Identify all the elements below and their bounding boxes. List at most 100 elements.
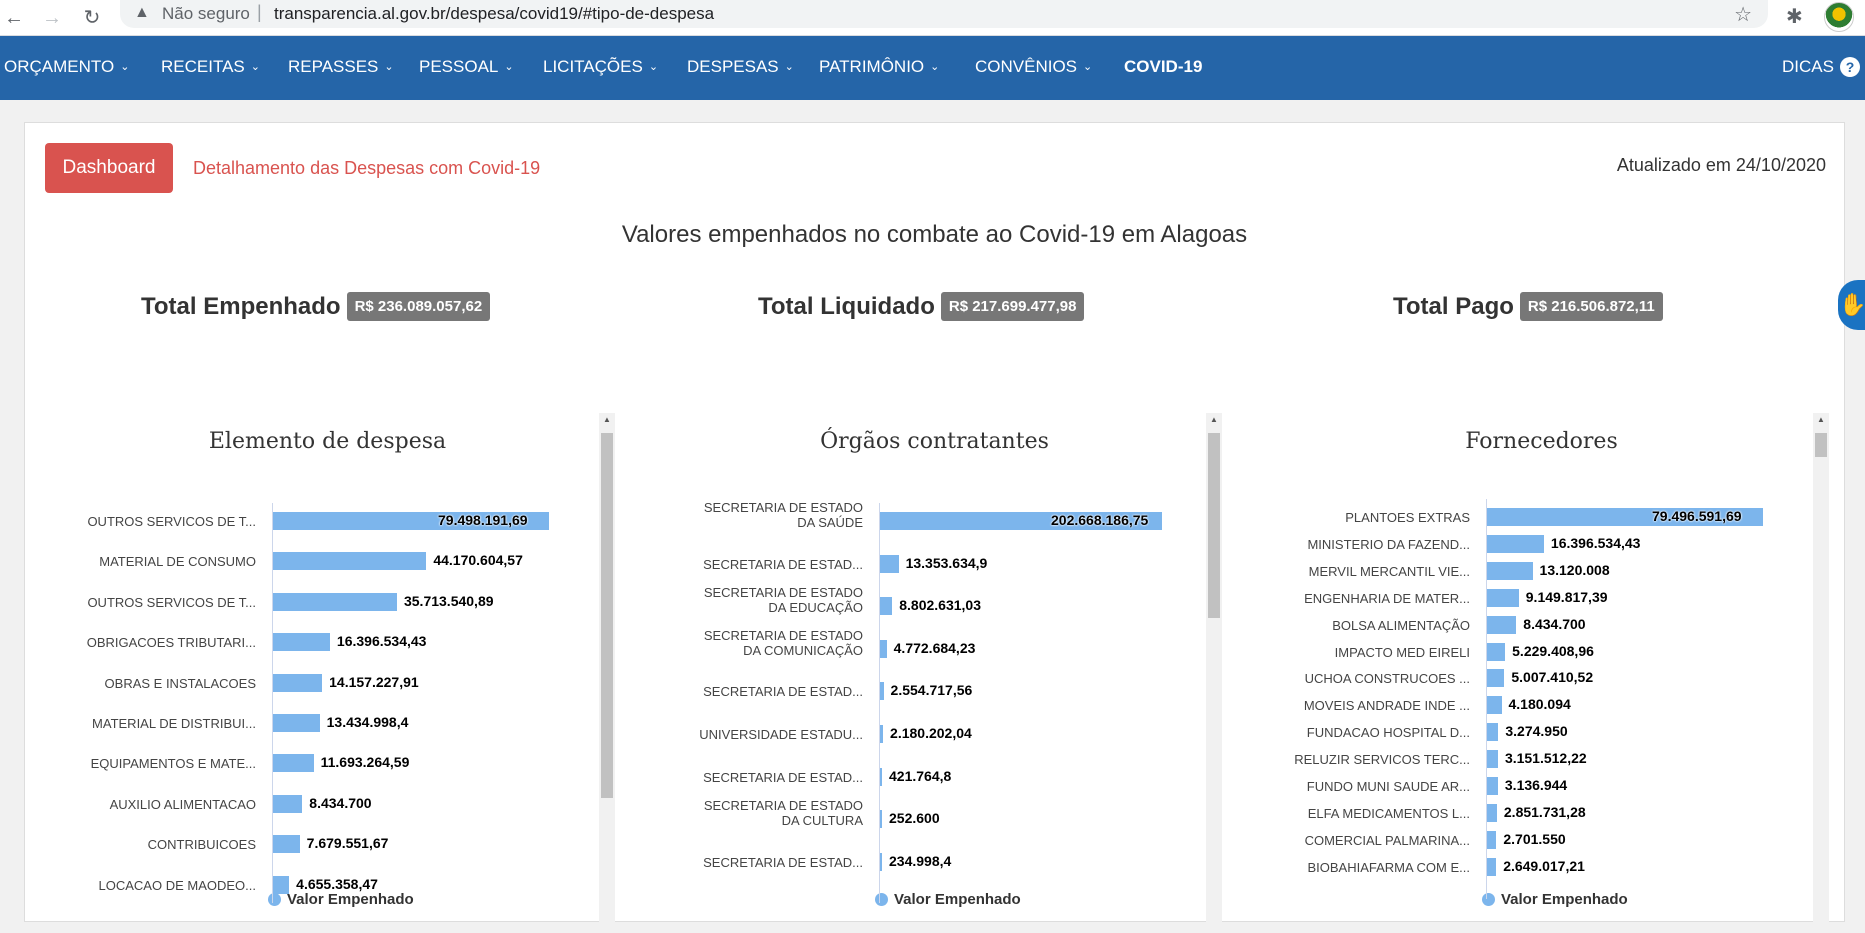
chart-scrollbar[interactable]: ▲ [599,413,615,933]
chart-bar[interactable] [880,852,882,871]
chart-bar-row[interactable]: SECRETARIA DE ESTAD... 2.554.717,56 [647,676,1207,706]
chart-bar[interactable] [273,552,427,571]
chart-bar-row[interactable]: MATERIAL DE DISTRIBUI... 13.434.998,4 [40,708,600,738]
chart-bar-row[interactable]: BOLSA ALIMENTAÇÃO 8.434.700 [1254,610,1814,640]
chart-bar[interactable] [1487,642,1506,661]
chart-bar[interactable] [880,639,887,658]
chart-bar[interactable] [1487,830,1497,849]
chart-bar[interactable] [273,835,300,854]
chart-bar-row[interactable]: UCHOA CONSTRUCOES ... 5.007.410,52 [1254,663,1814,693]
chart-bar-row[interactable]: LOCACAO DE MAODEO... 4.655.358,47 [40,870,600,900]
nav-convenios[interactable]: CONVÊNIOS ⌄ [975,57,1092,77]
chart-bar-row[interactable]: MOVEIS ANDRADE INDE ... 4.180.094 [1254,690,1814,720]
chart-bar-row[interactable]: ENGENHARIA DE MATER... 9.149.817,39 [1254,583,1814,613]
chart-bar-row[interactable]: IMPACTO MED EIRELI 5.229.408,96 [1254,637,1814,667]
chart-bar-row[interactable]: OUTROS SERVICOS DE T... 35.713.540,89 [40,587,600,617]
chart-bar[interactable] [1487,588,1519,607]
forward-icon[interactable]: → [40,6,64,30]
chart-bar[interactable] [273,875,290,894]
scroll-thumb[interactable] [1815,433,1827,457]
scroll-up-icon[interactable]: ▲ [603,415,611,424]
category-label: MATERIAL DE DISTRIBUI... [92,716,256,731]
scroll-thumb[interactable] [601,433,613,798]
nav-dicas[interactable]: DICAS [1782,57,1834,77]
chart-bar-row[interactable]: SECRETARIA DE ESTAD... 421.764,8 [647,762,1207,792]
nav-covid19[interactable]: COVID-19 [1124,57,1202,77]
chart-bar-row[interactable]: SECRETARIA DE ESTADO DA COMUNICAÇÃO 4.772.… [647,628,1207,664]
chart-bar-row[interactable]: ELFA MEDICAMENTOS L... 2.851.731,28 [1254,798,1814,828]
total-pago-badge: R$ 216.506.872,11 [1519,292,1663,321]
accessibility-hand-icon[interactable]: ✋ [1838,280,1865,330]
chart-bar[interactable] [1487,696,1502,715]
chart-bar-row[interactable]: RELUZIR SERVICOS TERC... 3.151.512,22 [1254,744,1814,774]
chart-bar-row[interactable]: OBRAS E INSTALACOES 14.157.227,91 [40,668,600,698]
bookmark-star-icon[interactable]: ☆ [1734,2,1752,27]
chart-bar-row[interactable]: OUTROS SERVICOS DE T... 79.498.191,69 [40,506,600,536]
chart-bar[interactable] [1487,615,1517,634]
chart-bar-row[interactable]: MATERIAL DE CONSUMO 44.170.604,57 [40,546,600,576]
chart-bar[interactable] [880,554,899,573]
chart-bar-row[interactable]: SECRETARIA DE ESTAD... 234.998,4 [647,847,1207,877]
chart-bar-row[interactable]: SECRETARIA DE ESTADO DA CULTURA 252.600 [647,798,1207,834]
chart-bar[interactable] [1487,857,1497,876]
nav-receitas[interactable]: RECEITAS ⌄ [161,57,260,77]
chart-bar[interactable] [273,714,320,732]
chart-bar-row[interactable]: OBRIGACOES TRIBUTARI... 16.396.534,43 [40,627,600,657]
chart-bar-row[interactable]: BIOBAHIAFARMA COM E... 2.649.017,21 [1254,852,1814,882]
chart-scrollbar[interactable]: ▲ [1813,413,1829,933]
category-label: SECRETARIA DE ESTAD... [703,854,863,870]
chart-bar-row[interactable]: AUXILIO ALIMENTACAO 8.434.700 [40,789,600,819]
nav-repasses[interactable]: REPASSES ⌄ [288,57,394,77]
value-label: 16.396.534,43 [1550,534,1641,551]
reload-icon[interactable]: ↻ [80,6,104,30]
chart-bar[interactable] [1487,777,1498,795]
chart-bar[interactable] [1487,803,1497,822]
chart-bar[interactable] [273,754,314,773]
chart-bar-row[interactable]: FUNDACAO HOSPITAL D... 3.274.950 [1254,717,1814,747]
chart-bar-row[interactable]: UNIVERSIDADE ESTADU... 2.180.202,04 [647,719,1207,749]
help-icon[interactable]: ? [1840,57,1860,77]
chart-bar[interactable] [880,767,882,786]
chart-bar[interactable] [880,597,893,616]
chart-bar[interactable] [880,682,884,701]
chart-bar-row[interactable]: EQUIPAMENTOS E MATE... 11.693.264,59 [40,748,600,778]
chart-bar-row[interactable]: PLANTOES EXTRAS 79.496.591,69 [1254,502,1814,532]
profile-avatar[interactable] [1824,2,1854,32]
detalhamento-link[interactable]: Detalhamento das Despesas com Covid-19 [193,158,540,179]
chart-bar-row[interactable]: SECRETARIA DE ESTADO DA SAÚDE 202.668.186,… [647,500,1207,536]
dashboard-button[interactable]: Dashboard [45,143,173,193]
extensions-icon[interactable]: ✱ [1786,4,1803,29]
chart-bar[interactable] [880,725,884,743]
address-bar[interactable]: ▲ Não seguro | transparencia.al.gov.br/d… [120,0,1768,28]
nav-despesas[interactable]: DESPESAS ⌄ [687,57,794,77]
back-icon[interactable]: ← [2,6,26,30]
nav-patrimonio[interactable]: PATRIMÔNIO ⌄ [819,57,939,77]
chart-bar[interactable] [273,633,330,652]
chart-bar-row[interactable]: MINISTERIO DA FAZEND... 16.396.534,43 [1254,529,1814,559]
chart-bar-row[interactable]: MERVIL MERCANTIL VIE... 13.120.008 [1254,556,1814,586]
chart-bar-row[interactable]: CONTRIBUICOES 7.679.551,67 [40,829,600,859]
chart-bar[interactable] [273,673,323,692]
scroll-up-icon[interactable]: ▲ [1210,415,1218,424]
scroll-thumb[interactable] [1208,433,1220,618]
category-label: AUXILIO ALIMENTACAO [109,796,256,812]
scroll-up-icon[interactable]: ▲ [1817,415,1825,424]
chart-bar[interactable] [880,810,882,829]
chart-bar[interactable] [1487,561,1533,580]
chart-bar-row[interactable]: COMERCIAL PALMARINA... 2.701.550 [1254,825,1814,855]
chart-bar[interactable] [1487,669,1505,688]
chart-bar[interactable] [1487,723,1499,742]
chart-bar[interactable] [1487,534,1544,553]
url-text[interactable]: transparencia.al.gov.br/despesa/covid19/… [274,4,714,24]
chart-bar-row[interactable]: SECRETARIA DE ESTAD... 13.353.634,9 [647,549,1207,579]
chart-scrollbar[interactable]: ▲ [1206,413,1222,933]
chart-bar[interactable] [273,794,303,813]
browser-toolbar: ← → ↻ ▲ Não seguro | transparencia.al.go… [0,0,1865,36]
chart-bar[interactable] [273,592,397,611]
chart-bar-row[interactable]: FUNDO MUNI SAUDE AR... 3.136.944 [1254,771,1814,801]
nav-licitacoes[interactable]: LICITAÇÕES ⌄ [543,57,658,77]
nav-pessoal[interactable]: PESSOAL ⌄ [419,57,514,77]
chart-bar-row[interactable]: SECRETARIA DE ESTADO DA EDUCAÇÃO 8.802.631… [647,585,1207,621]
nav-orcamento[interactable]: ORÇAMENTO ⌄ [4,57,129,77]
chart-bar[interactable] [1487,750,1498,769]
